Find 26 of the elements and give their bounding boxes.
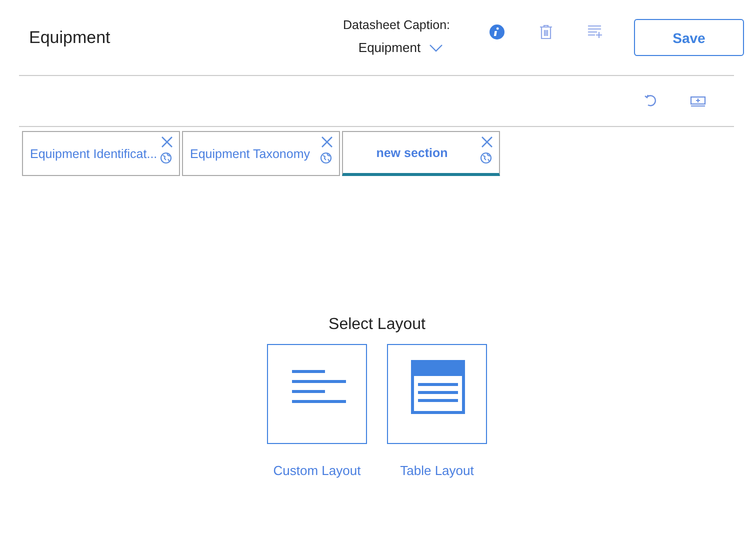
layout-option-link[interactable]: Table Layout — [400, 463, 474, 478]
close-icon[interactable] — [321, 136, 333, 148]
lines-icon — [292, 370, 346, 403]
select-layout-heading: Select Layout — [328, 316, 426, 334]
section-tab[interactable]: Equipment Taxonomy — [182, 131, 340, 176]
section-tab[interactable]: new section — [342, 131, 500, 176]
section-tab[interactable]: Equipment Identificat... — [22, 131, 180, 176]
page-title: Equipment — [29, 28, 112, 48]
close-icon[interactable] — [161, 136, 173, 148]
caption-label: Datasheet Caption: — [342, 18, 450, 32]
layout-option-card[interactable] — [387, 344, 487, 444]
layout-option-card[interactable] — [267, 344, 367, 444]
trash-icon[interactable] — [539, 24, 553, 40]
info-icon[interactable] — [489, 24, 505, 40]
close-icon[interactable] — [481, 136, 493, 148]
add-row-icon[interactable] — [690, 95, 706, 107]
globe-icon[interactable] — [160, 152, 172, 164]
table-icon — [411, 360, 465, 414]
globe-icon[interactable] — [480, 152, 492, 164]
caption-dropdown[interactable]: Equipment — [358, 40, 443, 55]
save-button[interactable]: Save — [634, 19, 744, 56]
globe-icon[interactable] — [320, 152, 332, 164]
chevron-down-icon — [428, 44, 443, 52]
undo-icon[interactable] — [644, 94, 658, 108]
layout-option-link[interactable]: Custom Layout — [273, 463, 361, 478]
list-add-icon[interactable] — [587, 24, 603, 38]
